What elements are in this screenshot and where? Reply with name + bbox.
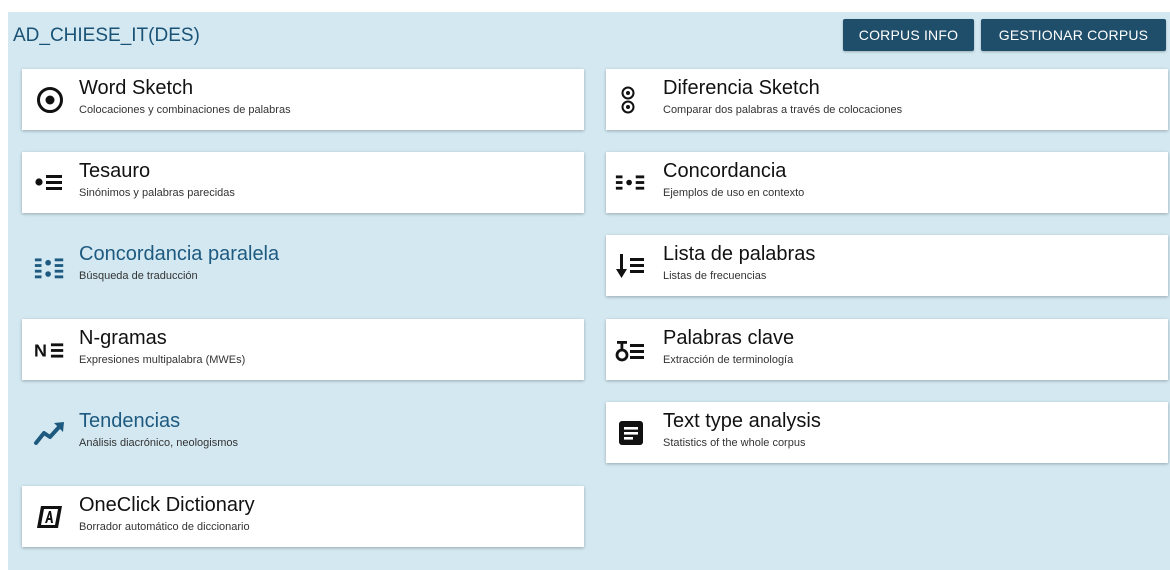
tool-title: Tendencias (79, 410, 181, 432)
svg-text:N: N (34, 341, 47, 361)
tool-description: Búsqueda de traducción (79, 270, 198, 282)
text-type-analysis-icon (614, 416, 648, 450)
keywords-icon (614, 333, 648, 367)
tool-description: Extracción de terminología (663, 354, 794, 366)
parallel-concordance-icon (33, 249, 67, 283)
tool-card-thesaurus[interactable]: Tesauro Sinónimos y palabras parecidas (22, 152, 584, 213)
tool-description: Análisis diacrónico, neologismos (79, 437, 238, 449)
tool-description: Borrador automático de diccionario (79, 521, 250, 533)
tool-card-concordance[interactable]: Concordancia Ejemplos de uso en contexto (606, 152, 1168, 213)
concordance-icon (614, 166, 648, 200)
tool-title: Text type analysis (663, 410, 821, 432)
tool-title: OneClick Dictionary (79, 494, 255, 516)
tool-description: Expresiones multipalabra (MWEs) (79, 354, 246, 366)
tool-card-word-sketch[interactable]: Word Sketch Colocaciones y combinaciones… (22, 69, 584, 130)
tool-card-keywords[interactable]: Palabras clave Extracción de terminologí… (606, 319, 1168, 380)
tool-card-wordlist[interactable]: Lista de palabras Listas de frecuencias (606, 235, 1168, 296)
tool-card-parallel-concordance[interactable]: Concordancia paralela Búsqueda de traduc… (22, 235, 584, 296)
oneclick-dictionary-icon (33, 500, 67, 534)
tool-description: Sinónimos y palabras parecidas (79, 187, 235, 199)
tool-title: Concordancia paralela (79, 243, 280, 265)
tool-card-sketch-difference[interactable]: Diferencia Sketch Comparar dos palabras … (606, 69, 1168, 130)
tool-description: Listas de frecuencias (663, 270, 767, 282)
tool-title: Concordancia (663, 160, 787, 182)
tool-title: Diferencia Sketch (663, 77, 820, 99)
corpus-info-button[interactable]: CORPUS INFO (843, 19, 974, 51)
thesaurus-icon (33, 166, 67, 200)
tool-card-text-type-analysis[interactable]: Text type analysis Statistics of the who… (606, 402, 1168, 463)
word-sketch-icon (33, 83, 67, 117)
corpus-name: AD_CHIESE_IT(DES) (13, 25, 200, 46)
tool-description: Ejemplos de uso en contexto (663, 187, 805, 199)
manage-corpus-button[interactable]: GESTIONAR CORPUS (981, 19, 1166, 51)
ngrams-icon: N (33, 333, 67, 367)
tool-card-ngrams[interactable]: N N-gramas Expresiones multipalabra (MWE… (22, 319, 584, 380)
tool-title: N-gramas (79, 327, 167, 349)
tool-title: Lista de palabras (663, 243, 816, 265)
tool-card-oneclick-dictionary[interactable]: OneClick Dictionary Borrador automático … (22, 486, 584, 547)
tool-title: Tesauro (79, 160, 151, 182)
tool-title: Palabras clave (663, 327, 795, 349)
tool-description: Statistics of the whole corpus (663, 437, 806, 449)
tool-card-trends[interactable]: Tendencias Análisis diacrónico, neologis… (22, 402, 584, 463)
tool-description: Colocaciones y combinaciones de palabras (79, 104, 291, 116)
trends-icon (33, 416, 67, 450)
wordlist-icon (614, 249, 648, 283)
sketch-difference-icon (611, 83, 645, 117)
tool-title: Word Sketch (79, 77, 194, 99)
tool-description: Comparar dos palabras a través de coloca… (663, 104, 903, 116)
